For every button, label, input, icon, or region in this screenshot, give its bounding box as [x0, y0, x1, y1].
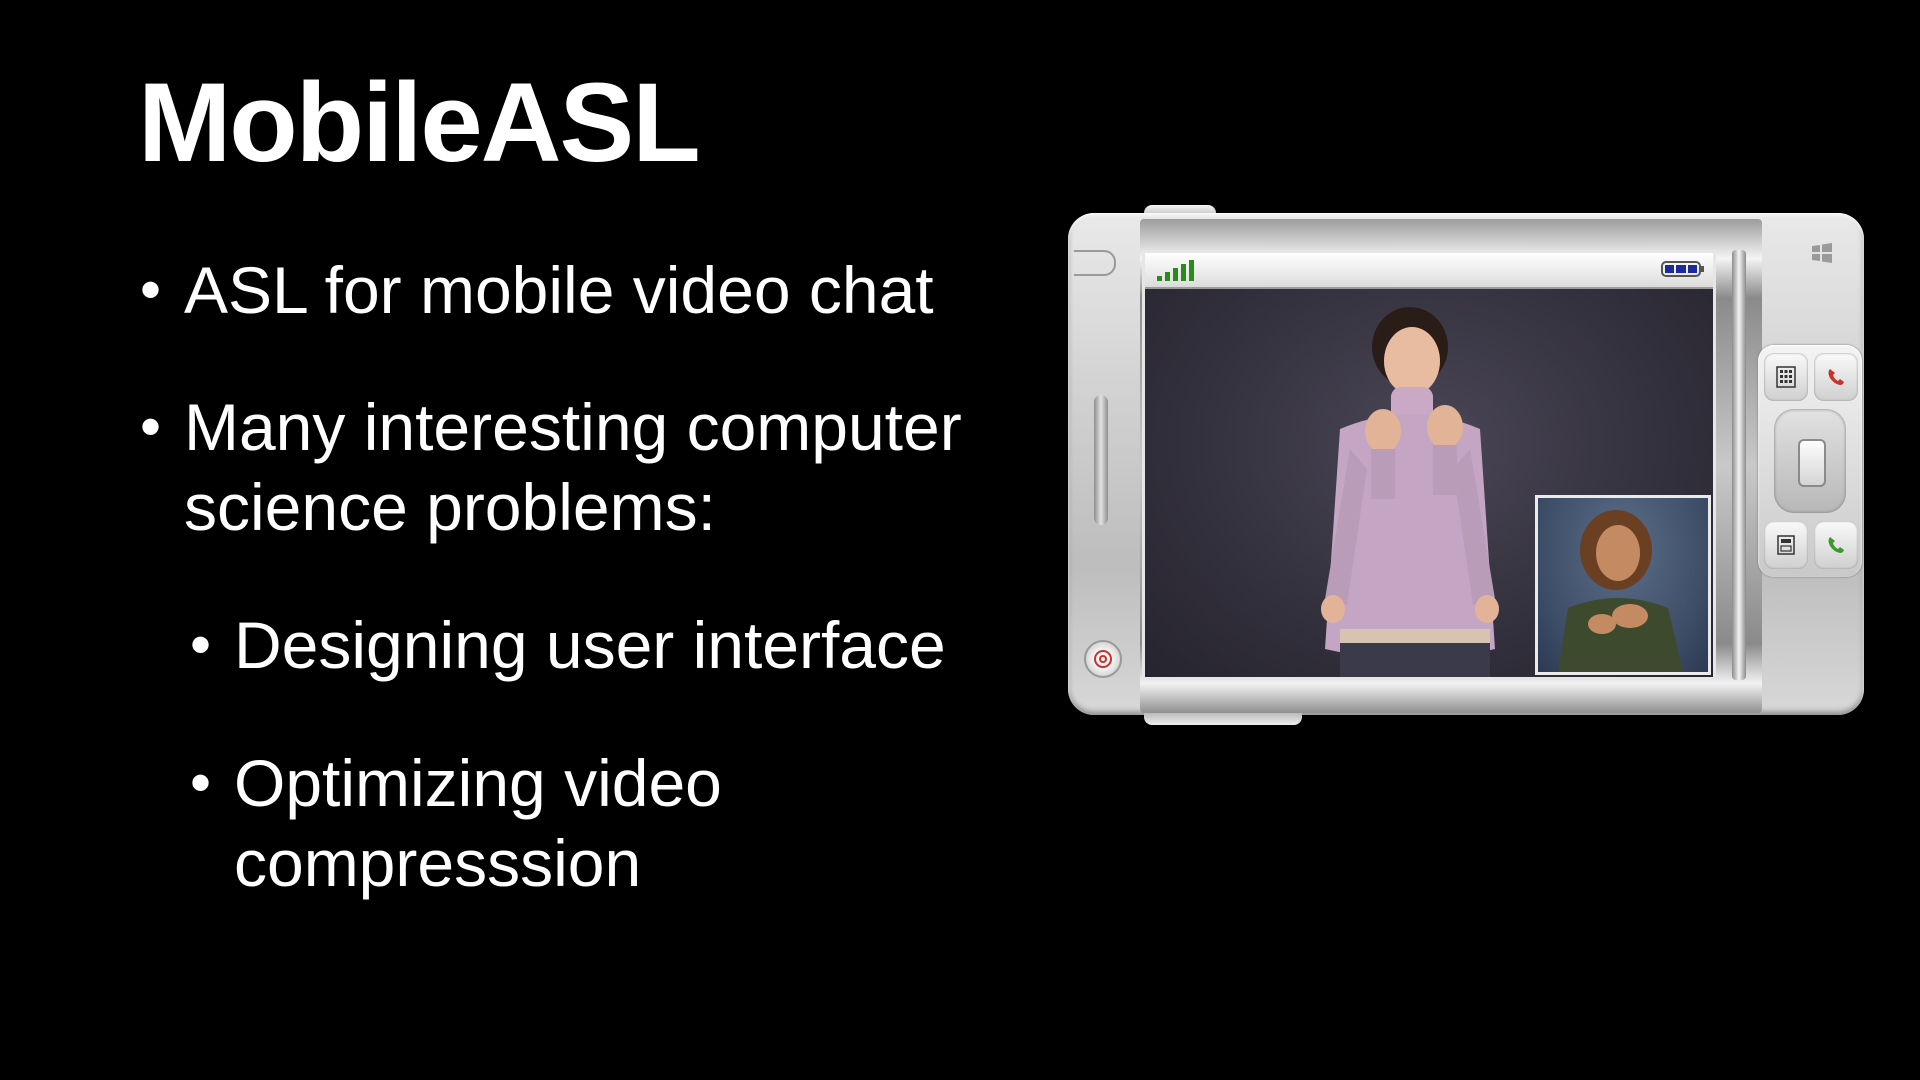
phone-stylus-slot [1074, 250, 1116, 276]
bullet-text: Many interesting computer science proble… [184, 390, 962, 544]
status-bar [1145, 253, 1713, 289]
bullet-marker: • [190, 749, 212, 816]
slide-title: MobileASL [138, 60, 701, 185]
call-icon[interactable] [1814, 521, 1858, 569]
phone-illustration [1068, 205, 1864, 725]
bullet-marker: • [140, 393, 162, 460]
self-view-video [1535, 495, 1711, 675]
bullet-text: Optimizing video compresssion [234, 746, 722, 900]
bullet-item: • ASL for mobile video chat [140, 250, 934, 330]
navigation-dpad[interactable] [1774, 409, 1846, 513]
bullet-marker: • [140, 256, 162, 323]
bullet-marker: • [190, 611, 212, 678]
contacts-icon[interactable] [1764, 521, 1808, 569]
keypad-icon[interactable] [1764, 353, 1808, 401]
main-video-feed [1145, 289, 1713, 677]
battery-icon [1661, 261, 1704, 277]
sub-bullet-item: • Designing user interface [190, 605, 946, 685]
bullet-text: Designing user interface [234, 608, 946, 682]
bullet-item: • Many interesting computer science prob… [140, 387, 962, 547]
bullet-text: ASL for mobile video chat [184, 253, 934, 327]
screen-side-trim [1732, 250, 1746, 680]
signal-strength-icon [1157, 260, 1194, 281]
signer-figure [1321, 307, 1499, 677]
dpad-select-button[interactable] [1798, 439, 1826, 487]
power-icon [1084, 640, 1122, 678]
phone-control-cluster [1758, 345, 1862, 577]
sub-bullet-item: • Optimizing video compresssion [190, 743, 722, 903]
pip-signer-figure [1558, 510, 1683, 672]
end-call-icon[interactable] [1814, 353, 1858, 401]
windows-logo-icon [1812, 243, 1832, 263]
phone-side-grip [1094, 395, 1108, 525]
slide: MobileASL • ASL for mobile video chat • … [0, 0, 1920, 1080]
phone-screen [1142, 250, 1716, 680]
